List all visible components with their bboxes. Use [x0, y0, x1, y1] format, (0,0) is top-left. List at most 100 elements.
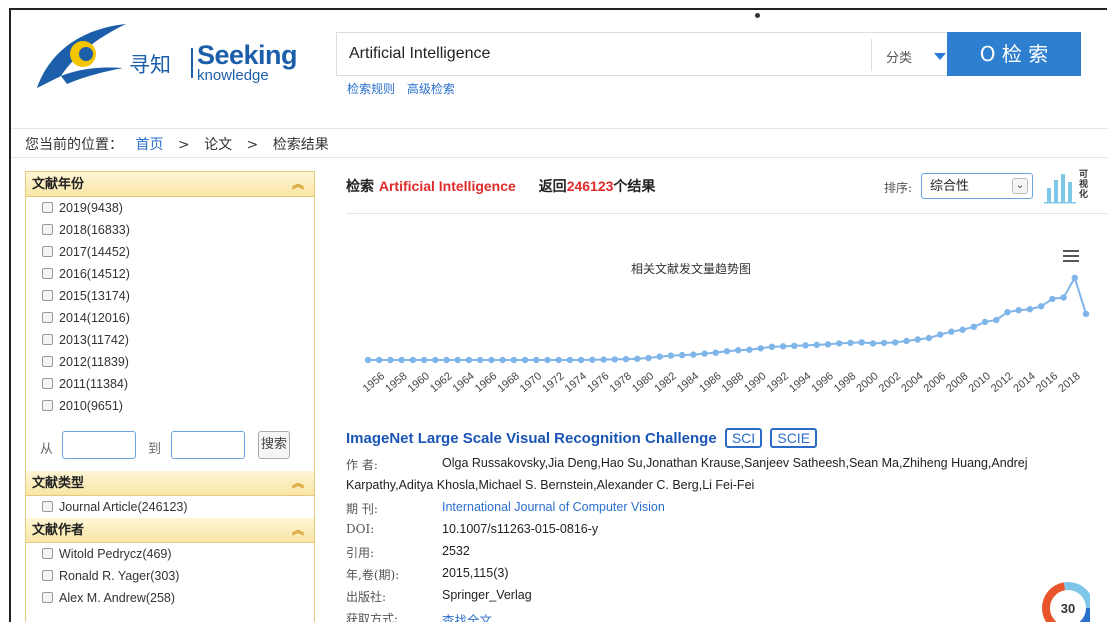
data-point[interactable]: [735, 347, 742, 354]
sort-select[interactable]: 综合性 ⌄: [921, 173, 1033, 199]
author-filter-item[interactable]: Witold Pedrycz(469): [26, 543, 314, 565]
chart-menu-icon[interactable]: [1063, 250, 1079, 262]
data-point[interactable]: [622, 355, 630, 363]
data-point[interactable]: [1037, 303, 1045, 310]
year-filter-item[interactable]: 2012(11839): [26, 351, 314, 373]
data-point[interactable]: [948, 328, 955, 335]
data-point[interactable]: [847, 339, 854, 347]
data-point[interactable]: [387, 356, 394, 364]
article-journal[interactable]: International Journal of Computer Vision: [442, 500, 665, 514]
data-point[interactable]: [925, 334, 933, 342]
year-filter-item[interactable]: 2015(13174): [26, 285, 314, 307]
advanced-search-link[interactable]: 高级检索: [407, 82, 455, 96]
year-filter-item[interactable]: 2014(12016): [26, 307, 314, 329]
visualize-button[interactable]: 可视化: [1043, 168, 1097, 204]
collapse-chevron-icon[interactable]: ︽: [292, 172, 304, 197]
collapse-chevron-icon[interactable]: ︽: [292, 471, 304, 496]
checkbox[interactable]: [42, 400, 53, 411]
year-filter-item[interactable]: 2019(9438): [26, 197, 314, 219]
data-point[interactable]: [993, 316, 1000, 324]
data-point[interactable]: [376, 356, 383, 364]
data-point[interactable]: [656, 353, 663, 360]
year-filter-item[interactable]: 2018(16833): [26, 219, 314, 241]
data-point[interactable]: [521, 356, 529, 364]
data-point[interactable]: [813, 341, 820, 349]
data-point[interactable]: [779, 343, 787, 350]
data-point[interactable]: [589, 356, 596, 363]
range-search-button[interactable]: 搜索: [258, 431, 290, 459]
checkbox[interactable]: [42, 202, 53, 213]
data-point[interactable]: [757, 345, 764, 352]
data-point[interactable]: [1071, 274, 1078, 282]
data-point[interactable]: [611, 356, 619, 363]
data-point[interactable]: [443, 356, 450, 364]
search-rules-link[interactable]: 检索规则: [347, 82, 395, 96]
data-point[interactable]: [476, 356, 484, 364]
data-point[interactable]: [488, 356, 495, 364]
data-point[interactable]: [634, 355, 641, 362]
year-from-input[interactable]: [62, 431, 136, 459]
site-logo[interactable]: 寻知 Seeking knowledge: [31, 18, 298, 98]
author-filter-item[interactable]: Ronald R. Yager(303): [26, 565, 314, 587]
checkbox[interactable]: [42, 246, 53, 257]
data-point[interactable]: [645, 354, 652, 362]
checkbox[interactable]: [42, 378, 53, 389]
data-point[interactable]: [364, 356, 372, 364]
data-point[interactable]: [701, 350, 708, 357]
author-filter-header[interactable]: 文献作者 ︽: [26, 518, 314, 543]
find-fulltext-link[interactable]: 查找全文: [442, 610, 492, 622]
data-point[interactable]: [420, 356, 428, 364]
data-point[interactable]: [791, 342, 798, 350]
data-point[interactable]: [1060, 294, 1067, 301]
data-point[interactable]: [723, 348, 731, 355]
data-point[interactable]: [936, 331, 944, 338]
data-point[interactable]: [409, 356, 417, 364]
year-filter-header[interactable]: 文献年份 ︽: [26, 172, 314, 197]
data-point[interactable]: [959, 326, 966, 333]
data-point[interactable]: [510, 356, 518, 364]
data-point[interactable]: [533, 356, 540, 364]
breadcrumb-papers[interactable]: 论文: [204, 137, 232, 153]
data-point[interactable]: [465, 356, 473, 364]
data-point[interactable]: [454, 356, 461, 364]
search-input[interactable]: Artificial Intelligence: [349, 45, 490, 63]
data-point[interactable]: [746, 346, 753, 353]
data-point[interactable]: [1026, 306, 1034, 313]
data-point[interactable]: [981, 318, 989, 326]
data-point[interactable]: [869, 340, 877, 347]
year-to-input[interactable]: [171, 431, 245, 459]
data-point[interactable]: [712, 349, 719, 356]
year-filter-item[interactable]: 2016(14512): [26, 263, 314, 285]
author-filter-item[interactable]: Alex M. Andrew(258): [26, 587, 314, 609]
breadcrumb-home[interactable]: 首页: [135, 137, 163, 153]
checkbox[interactable]: [42, 334, 53, 345]
data-point[interactable]: [432, 356, 439, 364]
data-point[interactable]: [398, 356, 405, 364]
checkbox[interactable]: [42, 356, 53, 367]
year-filter-item[interactable]: 2011(11384): [26, 373, 314, 395]
data-point[interactable]: [566, 356, 574, 364]
data-point[interactable]: [914, 336, 921, 343]
checkbox[interactable]: [42, 548, 53, 559]
search-button[interactable]: O 检 索: [947, 32, 1081, 76]
data-point[interactable]: [555, 356, 562, 364]
data-point[interactable]: [1015, 307, 1022, 314]
checkbox[interactable]: [42, 592, 53, 603]
data-point[interactable]: [858, 339, 865, 346]
data-point[interactable]: [802, 342, 809, 349]
data-point[interactable]: [499, 356, 506, 364]
data-point[interactable]: [835, 340, 843, 347]
checkbox[interactable]: [42, 312, 53, 323]
data-point[interactable]: [824, 341, 832, 348]
data-point[interactable]: [903, 337, 910, 345]
year-filter-item[interactable]: 2017(14452): [26, 241, 314, 263]
data-point[interactable]: [1049, 295, 1056, 303]
data-point[interactable]: [577, 356, 585, 364]
checkbox[interactable]: [42, 290, 53, 301]
data-point[interactable]: [678, 351, 686, 359]
data-point[interactable]: [1004, 308, 1011, 316]
data-point[interactable]: [768, 343, 776, 351]
altmetric-badge[interactable]: 30: [1038, 576, 1094, 622]
checkbox[interactable]: [42, 570, 53, 581]
category-dropdown[interactable]: 分类: [871, 39, 955, 71]
